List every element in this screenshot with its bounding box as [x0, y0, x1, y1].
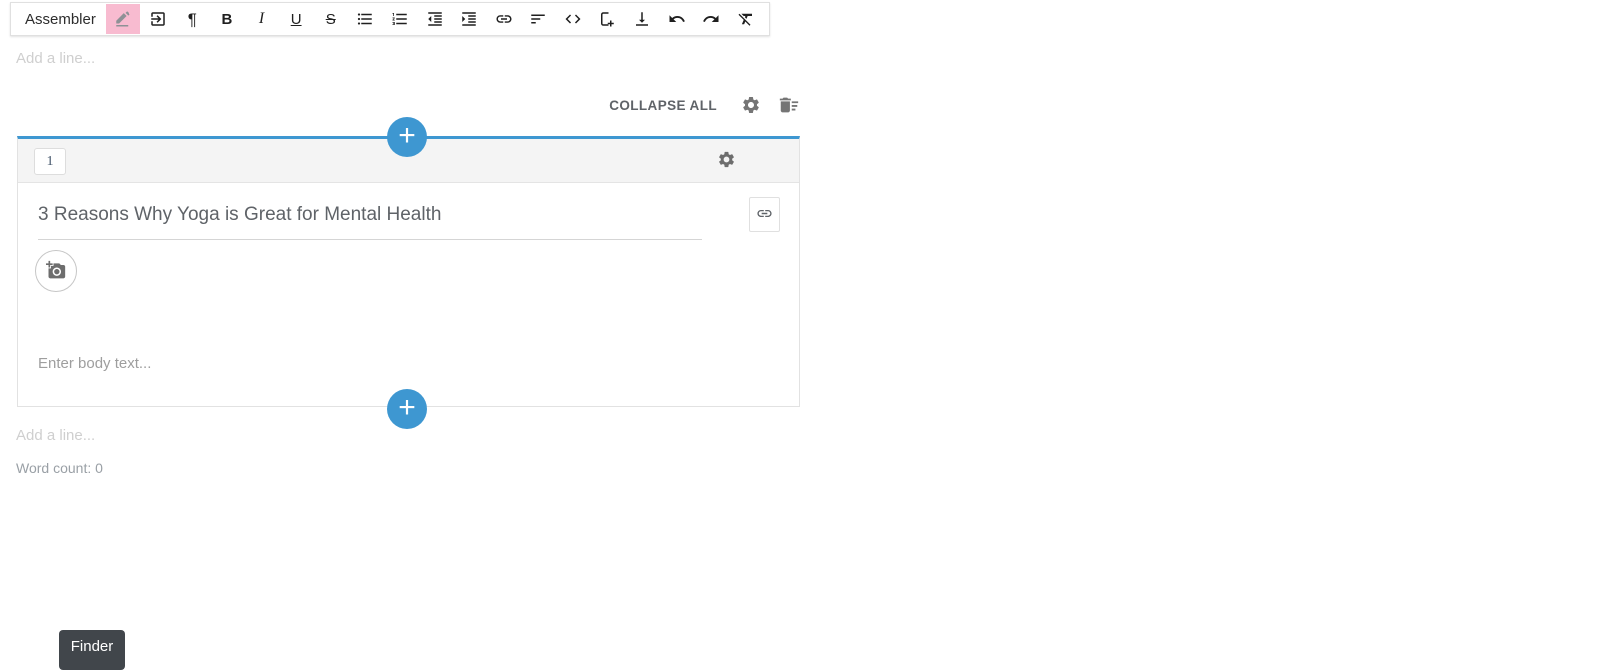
gear-icon — [741, 95, 761, 115]
content-card: 1 3 Reasons Why Yoga is Great for Mental… — [17, 136, 800, 407]
paragraph-button[interactable]: ¶ — [175, 4, 210, 34]
add-section-below-button[interactable]: + — [387, 389, 427, 429]
align-left-button[interactable] — [521, 4, 556, 34]
code-button[interactable] — [556, 4, 591, 34]
gear-icon — [717, 150, 736, 172]
plus-icon: + — [398, 393, 416, 423]
add-line-top[interactable]: Add a line... — [16, 50, 95, 67]
note-add-icon — [598, 10, 616, 28]
code-icon — [564, 10, 582, 28]
italic-button[interactable]: I — [244, 4, 279, 34]
indent-increase-icon — [460, 10, 478, 28]
title-input[interactable]: 3 Reasons Why Yoga is Great for Mental H… — [38, 204, 702, 240]
body-text-input[interactable]: Enter body text... — [38, 355, 151, 372]
indent-decrease-icon — [426, 10, 444, 28]
exit-to-app-button[interactable] — [140, 4, 175, 34]
redo-button[interactable] — [694, 4, 729, 34]
align-bottom-button[interactable] — [625, 4, 660, 34]
delete-all-button[interactable] — [778, 94, 800, 116]
redo-icon — [702, 10, 720, 28]
assembler-settings-button[interactable] — [741, 95, 761, 115]
vertical-align-bottom-icon — [633, 10, 651, 28]
card-index-badge: 1 — [34, 148, 66, 175]
format-clear-button[interactable] — [729, 4, 764, 34]
card-settings-button[interactable] — [717, 150, 736, 172]
toolbar-title: Assembler — [25, 11, 96, 28]
align-left-icon — [529, 10, 547, 28]
indent-increase-button[interactable] — [452, 4, 487, 34]
bold-button[interactable]: B — [210, 4, 245, 34]
add-a-photo-icon — [46, 260, 66, 283]
finder-button[interactable]: Finder — [59, 630, 125, 670]
bullet-list-button[interactable] — [348, 4, 383, 34]
strikethrough-icon: S — [326, 12, 336, 27]
numbered-list-icon — [391, 10, 409, 28]
exit-to-app-icon — [149, 10, 167, 28]
pencil-icon — [114, 10, 132, 28]
underline-button[interactable]: U — [279, 4, 314, 34]
italic-icon: I — [259, 11, 264, 27]
add-section-above-button[interactable]: + — [387, 117, 427, 157]
collapse-all-button[interactable]: COLLAPSE ALL — [609, 98, 717, 113]
title-text: 3 Reasons Why Yoga is Great for Mental H… — [38, 204, 441, 225]
link-icon — [495, 10, 513, 28]
strikethrough-button[interactable]: S — [313, 4, 348, 34]
word-count: Word count: 0 — [16, 460, 103, 476]
link-icon — [756, 205, 773, 225]
numbered-list-button[interactable] — [383, 4, 418, 34]
plus-icon: + — [398, 121, 416, 151]
delete-sweep-icon — [778, 94, 800, 116]
edit-mode-button[interactable] — [106, 4, 141, 34]
bold-icon: B — [222, 12, 233, 27]
card-link-button[interactable] — [749, 197, 780, 232]
paragraph-icon: ¶ — [188, 11, 197, 28]
bullet-list-icon — [356, 10, 374, 28]
card-body: 3 Reasons Why Yoga is Great for Mental H… — [18, 183, 799, 407]
format-clear-icon — [737, 10, 755, 28]
note-add-button[interactable] — [590, 4, 625, 34]
add-line-bottom[interactable]: Add a line... — [16, 427, 95, 444]
undo-button[interactable] — [659, 4, 694, 34]
insert-link-button[interactable] — [486, 4, 521, 34]
underline-icon: U — [291, 12, 302, 27]
indent-decrease-button[interactable] — [417, 4, 452, 34]
controls-row: COLLAPSE ALL — [17, 93, 800, 117]
formatting-toolbar: Assembler ¶ B I U S — [10, 2, 770, 36]
add-photo-button[interactable] — [35, 250, 77, 292]
undo-icon — [668, 10, 686, 28]
